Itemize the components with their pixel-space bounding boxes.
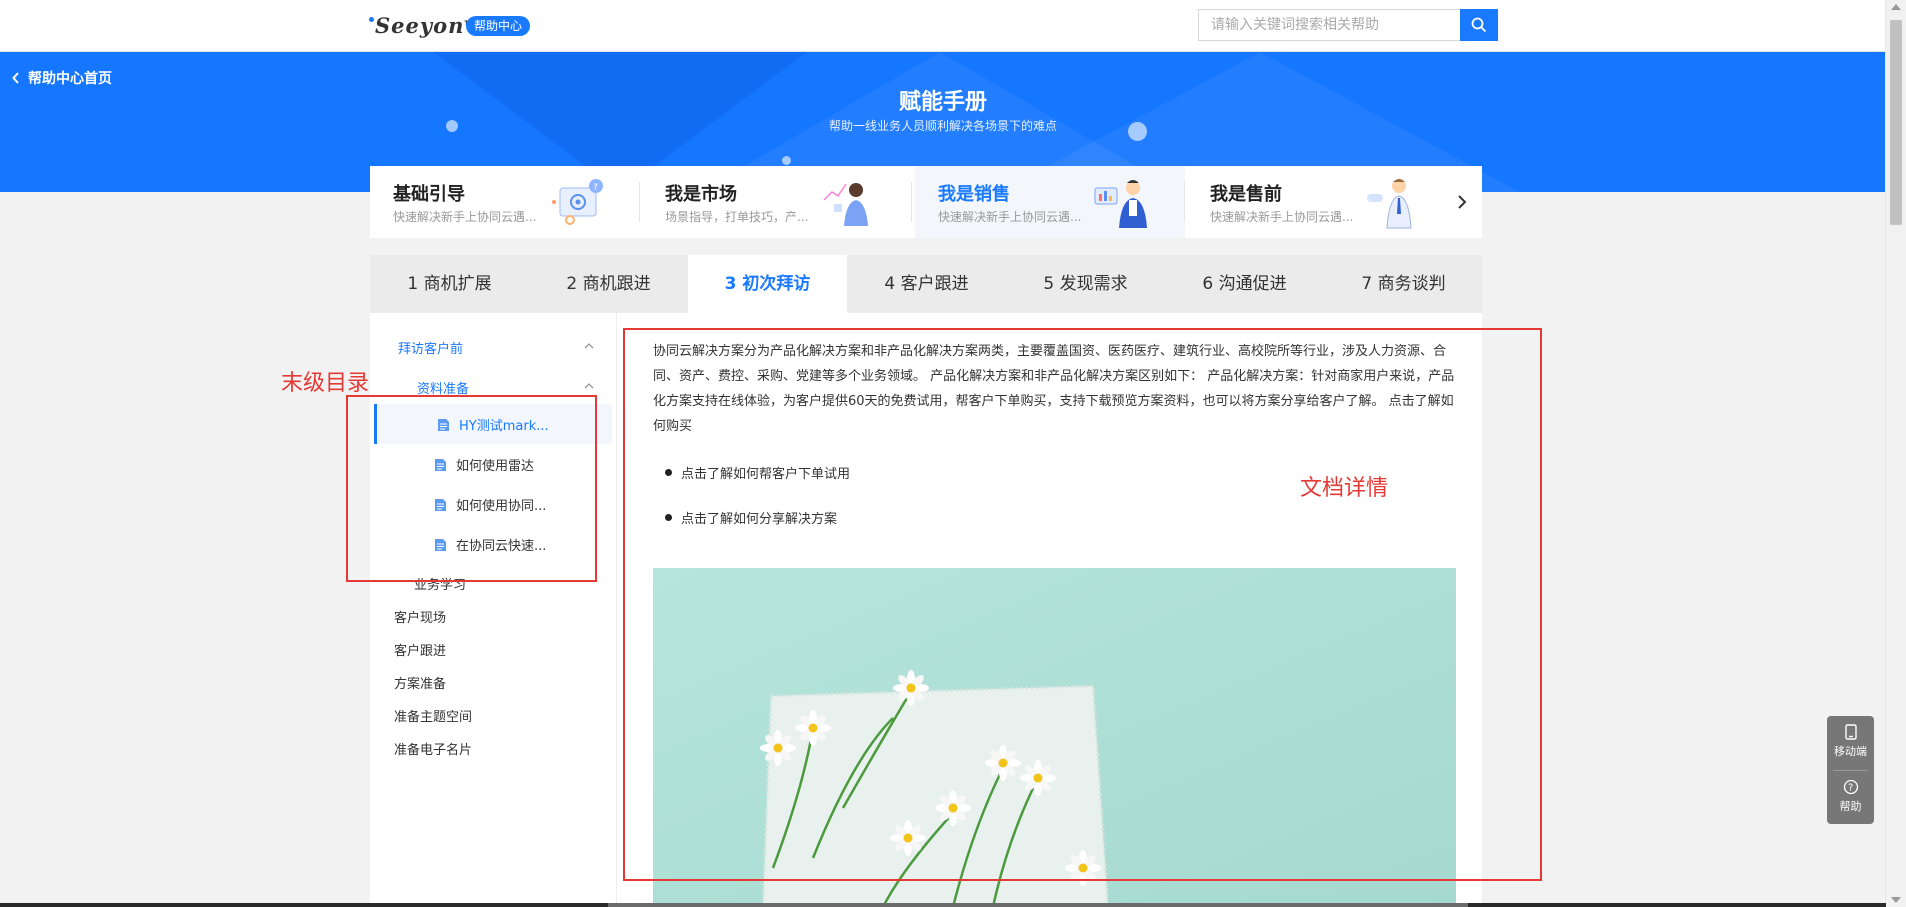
chevron-left-icon xyxy=(12,72,19,84)
sidebar-item[interactable]: 准备电子名片 xyxy=(394,739,472,758)
tab-first-visit[interactable]: 3 初次拜访 xyxy=(688,255,847,313)
page-subtitle: 帮助一线业务人员顺利解决各场景下的难点 xyxy=(828,119,1057,133)
horizontal-scrollbar[interactable] xyxy=(0,903,1886,907)
category-sales[interactable]: 我是销售 快速解决新手上协同云遇... xyxy=(915,166,1185,238)
seeyon-logo[interactable]: SeeyonTM xyxy=(369,13,476,38)
category-title: 我是市场 xyxy=(665,184,737,205)
svg-text:?: ? xyxy=(1848,783,1853,794)
search-icon xyxy=(1471,17,1487,33)
scroll-thumb[interactable] xyxy=(1890,20,1902,225)
vertical-scrollbar[interactable] xyxy=(1885,0,1906,907)
tab-discover-needs[interactable]: 5 发现需求 xyxy=(1006,255,1165,313)
category-title: 基础引导 xyxy=(393,184,465,205)
chevron-right-icon[interactable] xyxy=(1454,192,1470,212)
tab-customer-follow[interactable]: 4 客户跟进 xyxy=(847,255,1006,313)
tab-opportunity-expand[interactable]: 1 商机扩展 xyxy=(370,255,529,313)
category-title: 我是售前 xyxy=(1210,184,1282,205)
horizontal-scroll-thumb[interactable] xyxy=(608,903,1468,907)
stage-tabs: 1 商机扩展 2 商机跟进 3 初次拜访 4 客户跟进 5 发现需求 6 沟通促… xyxy=(370,255,1482,313)
logo-dot xyxy=(369,17,374,22)
chevron-up-icon[interactable] xyxy=(584,383,594,389)
scroll-up-arrow[interactable] xyxy=(1891,4,1901,10)
annotation-box-doc-detail xyxy=(623,328,1542,881)
annotation-box-leaf-directory xyxy=(346,395,597,582)
category-desc: 快速解决新手上协同云遇... xyxy=(393,210,537,224)
category-title: 我是销售 xyxy=(938,184,1010,205)
category-desc: 快速解决新手上协同云遇... xyxy=(938,210,1082,224)
search-box xyxy=(1198,9,1498,41)
search-button[interactable] xyxy=(1460,9,1498,41)
tab-opportunity-follow[interactable]: 2 商机跟进 xyxy=(529,255,688,313)
divider xyxy=(639,182,640,222)
category-desc: 快速解决新手上协同云遇... xyxy=(1210,210,1354,224)
sidebar-item[interactable]: 客户跟进 xyxy=(394,640,446,659)
mobile-label: 移动端 xyxy=(1834,745,1867,758)
divider xyxy=(1184,182,1185,222)
help-icon: ? xyxy=(1843,779,1858,795)
sales-person-icon xyxy=(1094,180,1147,228)
help-center-badge[interactable]: 帮助中心 xyxy=(466,16,531,36)
help-label: 帮助 xyxy=(1839,800,1862,813)
search-input[interactable] xyxy=(1199,10,1483,40)
tab-communication[interactable]: 6 沟通促进 xyxy=(1165,255,1324,313)
logo-text: Seeyon xyxy=(375,13,465,38)
help-button[interactable]: ? 帮助 xyxy=(1827,771,1874,824)
category-basic-guide[interactable]: 基础引导 快速解决新手上协同云遇... ? xyxy=(370,166,640,238)
sidebar-item[interactable]: 准备主题空间 xyxy=(394,706,472,725)
role-categories: 基础引导 快速解决新手上协同云遇... ? 我是市场 场景指导，打单技巧，产..… xyxy=(370,166,1482,238)
presales-person-icon xyxy=(1367,179,1412,229)
mobile-icon xyxy=(1844,724,1857,740)
floating-toolbar: 移动端 ? 帮助 xyxy=(1827,716,1874,824)
annotation-label-doc-detail: 文档详情 xyxy=(1300,476,1389,501)
sidebar-item[interactable]: 方案准备 xyxy=(394,673,446,692)
settings-illustration-icon: ? xyxy=(552,179,603,225)
category-presales[interactable]: 我是售前 快速解决新手上协同云遇... xyxy=(1187,166,1457,238)
category-desc: 场景指导，打单技巧，产... xyxy=(665,210,809,224)
hero-bubble xyxy=(782,156,791,165)
sidebar-item[interactable]: 客户现场 xyxy=(394,607,446,626)
top-bar: SeeyonTM 帮助中心 xyxy=(0,0,1886,52)
divider xyxy=(911,182,912,222)
chevron-up-icon[interactable] xyxy=(584,343,594,349)
annotation-label-leaf-directory: 末级目录 xyxy=(281,371,370,396)
scroll-down-arrow[interactable] xyxy=(1891,897,1901,903)
mobile-button[interactable]: 移动端 xyxy=(1827,716,1874,769)
category-marketing[interactable]: 我是市场 场景指导，打单技巧，产... xyxy=(642,166,912,238)
marketing-person-icon xyxy=(823,183,868,226)
tab-negotiation[interactable]: 7 商务谈判 xyxy=(1324,255,1483,313)
sidebar-group-before-visit[interactable]: 拜访客户前 xyxy=(398,338,463,357)
svg-text:?: ? xyxy=(593,183,598,193)
page-title: 赋能手册 xyxy=(898,90,987,115)
